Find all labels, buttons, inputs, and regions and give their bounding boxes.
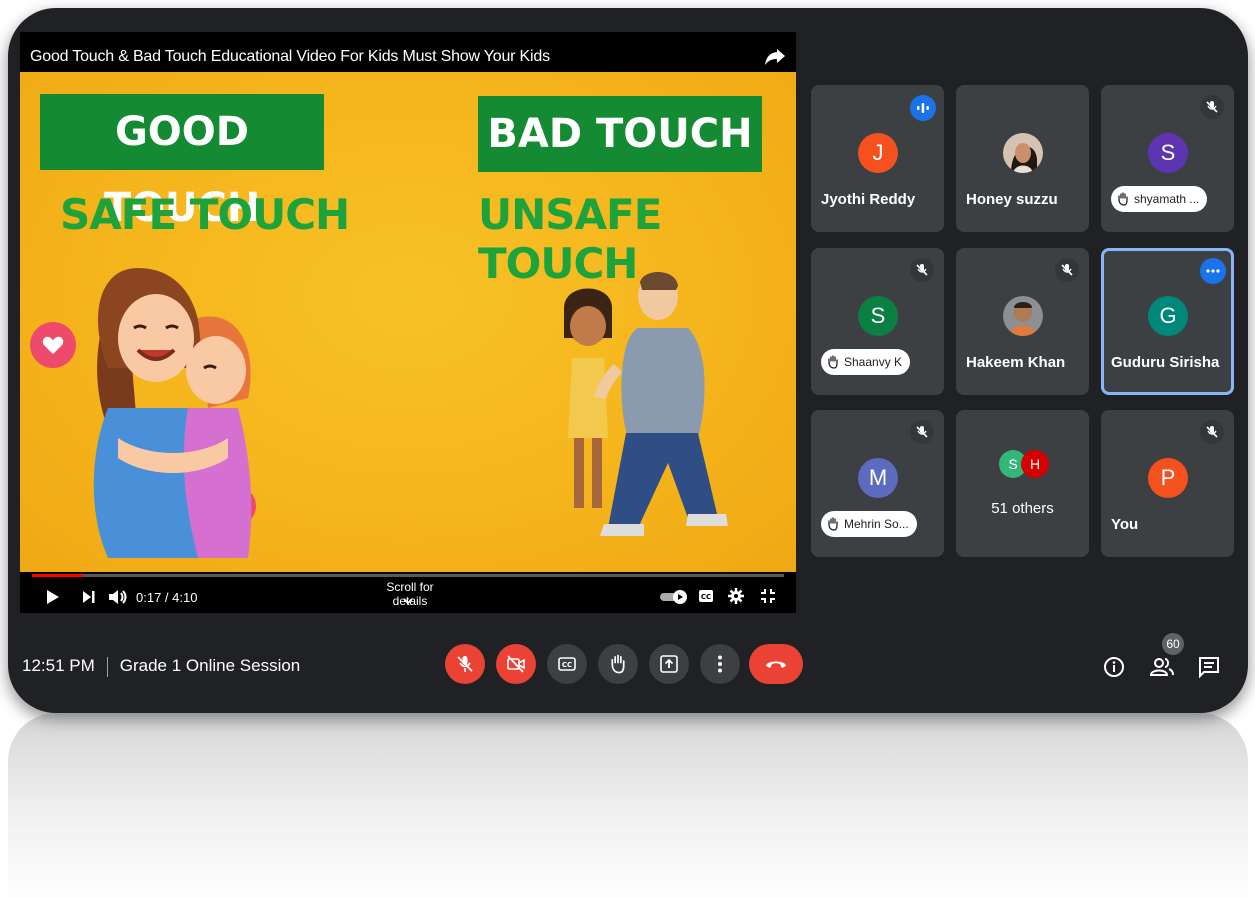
mic-off-icon [457,656,473,672]
participant-name: Hakeem Khan [966,354,1066,371]
participant-tile[interactable]: M Mehrin So... [811,410,944,557]
mic-off-icon [1055,258,1079,282]
chat-icon [1199,657,1219,678]
participant-name: Jyothi Reddy [821,191,916,208]
participant-name: Mehrin So... [844,517,909,531]
info-button[interactable] [1101,654,1127,680]
raise-hand-icon [1118,192,1128,206]
avatar: S [858,296,898,336]
present-button[interactable] [649,644,689,684]
svg-text:CC: CC [701,593,711,601]
play-icon[interactable] [46,589,60,605]
participant-name: shyamath ... [1134,192,1200,206]
participant-tile[interactable]: J Jyothi Reddy [811,85,944,232]
mic-off-icon [910,258,934,282]
people-button[interactable] [1149,654,1175,680]
avatar [1003,133,1043,173]
raise-hand-icon [828,355,838,369]
avatar: J [858,133,898,173]
meet-window: Good Touch & Bad Touch Educational Video… [8,8,1248,713]
participant-name: Honey suzzu [966,191,1058,208]
mic-off-icon [1200,420,1224,444]
chevron-down-icon[interactable] [402,596,414,606]
mic-off-icon [910,420,934,444]
raise-hand-button[interactable] [598,644,638,684]
more-vert-icon [718,655,722,673]
raised-hand-name-pill: shyamath ... [1111,186,1208,212]
captions-icon: CC [558,657,576,671]
bad-touch-sign: BAD TOUCH [478,96,762,172]
video-controls: 0:17 / 4:10 Scroll for details CC [20,578,796,613]
avatar [1003,296,1043,336]
participant-tile[interactable]: Honey suzzu [956,85,1089,232]
present-screen-icon [660,655,678,673]
window-reflection [8,713,1248,898]
share-arrow-icon[interactable] [762,44,788,68]
participant-tile-self[interactable]: P You [1101,410,1234,557]
info-icon [1104,657,1124,677]
participant-tile[interactable]: S Shaanvy K [811,248,944,395]
more-options-button[interactable] [700,644,740,684]
meeting-details: 12:51 PM Grade 1 Online Session [22,656,300,677]
more-options-icon[interactable] [1200,258,1226,284]
mic-toggle-button[interactable] [445,644,485,684]
next-icon[interactable] [82,590,96,604]
raised-hand-name-pill: Shaanvy K [821,349,911,375]
svg-text:CC: CC [562,661,572,669]
meeting-time: 12:51 PM [22,656,95,675]
avatar: P [1148,458,1188,498]
people-count-badge: 60 [1162,633,1184,655]
chat-button[interactable] [1196,654,1222,680]
people-icon [1150,658,1174,676]
avatar: G [1148,296,1188,336]
avatar: S [1148,133,1188,173]
unsafe-illustration [564,271,728,536]
video-time: 0:17 / 4:10 [136,590,198,605]
meeting-title: Grade 1 Online Session [119,656,301,675]
hugging-illustration [93,268,252,558]
participant-tile[interactable]: S shyamath ... [1101,85,1234,232]
participant-tile[interactable]: Hakeem Khan [956,248,1089,395]
heart-icon [30,322,76,368]
participant-tile[interactable]: G Guduru Sirisha [1101,248,1234,395]
raised-hand-name-pill: Mehrin So... [821,511,917,537]
avatar: H [1021,450,1049,478]
raise-hand-icon [611,654,625,674]
leave-call-button[interactable] [749,644,803,684]
exit-fullscreen-icon[interactable] [760,588,776,604]
hangup-icon [766,661,786,668]
participant-name: You [1111,516,1139,533]
reflection-surface [8,713,1248,898]
participant-name: Guduru Sirisha [1111,354,1220,371]
shared-video-player[interactable]: Good Touch & Bad Touch Educational Video… [20,32,796,613]
divider [106,656,108,677]
captions-icon[interactable]: CC [698,589,714,603]
others-count: 51 others [991,500,1054,517]
avatar: M [858,458,898,498]
raise-hand-icon [828,517,838,531]
camera-toggle-button[interactable] [496,644,536,684]
video-progress-fill [32,574,84,577]
mic-off-icon [1200,95,1224,119]
video-frame[interactable]: GOOD TOUCH BAD TOUCH SAFE TOUCH UNSAFE T… [20,72,796,572]
autoplay-toggle-icon[interactable] [660,590,688,604]
volume-icon[interactable] [108,589,128,605]
video-title: Good Touch & Bad Touch Educational Video… [30,48,550,65]
captions-button[interactable]: CC [547,644,587,684]
gear-icon[interactable] [728,588,744,604]
participant-name: Shaanvy K [844,355,903,369]
others-tile[interactable]: S H 51 others [956,410,1089,557]
speaking-indicator-icon [910,95,936,121]
good-touch-sign: GOOD TOUCH [40,94,324,231]
safe-touch-text: SAFE TOUCH [60,190,350,239]
camera-off-icon [507,655,525,673]
video-progress-bar[interactable] [32,574,784,577]
